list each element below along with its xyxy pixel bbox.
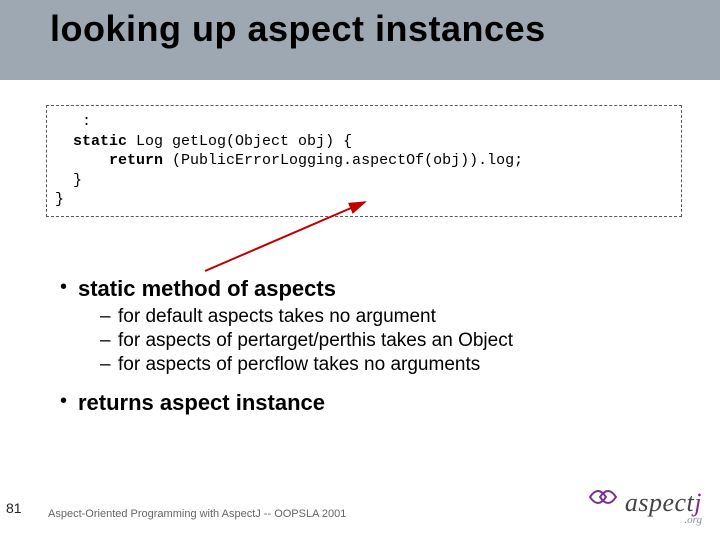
footer-text: Aspect-Oriented Programming with AspectJ… bbox=[48, 508, 346, 520]
content-area: • static method of aspects –for default … bbox=[60, 272, 680, 420]
keyword-return: return bbox=[109, 152, 163, 169]
sub-bullet: –for default aspects takes no argument bbox=[100, 306, 680, 328]
logo-mark-icon bbox=[586, 483, 620, 516]
code-line-2: static Log getLog(Object obj) { bbox=[55, 132, 673, 152]
bullet-item: • static method of aspects bbox=[60, 276, 680, 302]
bullet-list: • static method of aspects –for default … bbox=[60, 276, 680, 416]
slide-title: looking up aspect instances bbox=[0, 0, 720, 50]
code-box: : static Log getLog(Object obj) { return… bbox=[46, 105, 682, 217]
bullet-text: static method of aspects bbox=[78, 276, 336, 302]
code-line-4: } bbox=[55, 171, 673, 191]
sub-bullet: –for aspects of percflow takes no argume… bbox=[100, 354, 680, 376]
keyword-static: static bbox=[73, 133, 127, 150]
bullet-item: • returns aspect instance bbox=[60, 390, 680, 416]
code-line-3: return (PublicErrorLogging.aspectOf(obj)… bbox=[55, 151, 673, 171]
slide: looking up aspect instances : static Log… bbox=[0, 0, 720, 540]
logo: aspectj .org bbox=[586, 483, 702, 526]
bullet-dot-icon: • bbox=[60, 276, 78, 299]
code-line-5: } bbox=[55, 190, 673, 210]
page-number: 81 bbox=[6, 500, 22, 516]
bullet-text: returns aspect instance bbox=[78, 390, 325, 416]
sub-bullet: –for aspects of pertarget/perthis takes … bbox=[100, 330, 680, 352]
code-line-1: : bbox=[55, 112, 673, 132]
title-band: looking up aspect instances bbox=[0, 0, 720, 80]
logo-text: aspectj bbox=[625, 488, 702, 517]
bullet-dot-icon: • bbox=[60, 390, 78, 413]
